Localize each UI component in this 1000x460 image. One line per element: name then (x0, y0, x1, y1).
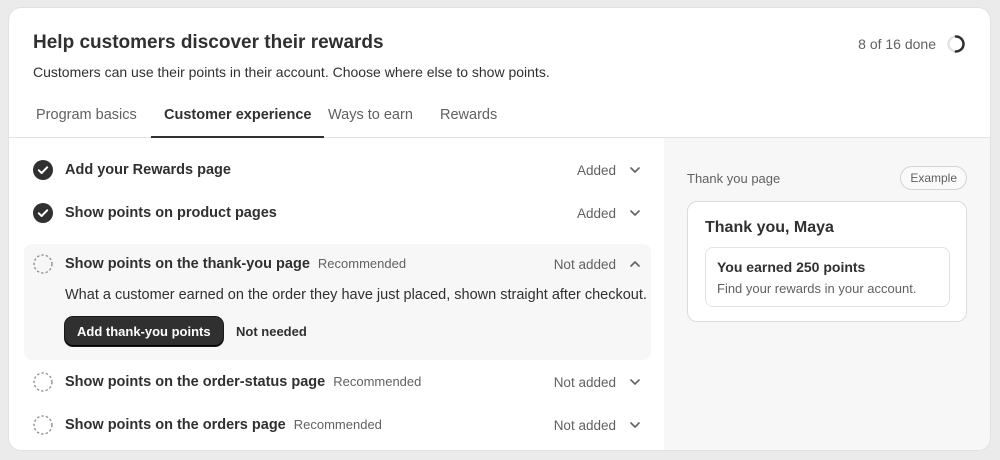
add-thank-you-points-button[interactable]: Add thank-you points (65, 317, 223, 346)
page-subtitle: Customers can use their points in their … (33, 64, 550, 80)
tab-bar: Program basics Customer experience Ways … (9, 100, 990, 138)
not-needed-button[interactable]: Not needed (224, 317, 319, 346)
item-status: Not added (553, 256, 616, 272)
chevron-down-icon[interactable] (628, 206, 642, 220)
item-title: Show points on the orders page Recommende… (65, 417, 382, 433)
tab-rewards[interactable]: Rewards (427, 100, 510, 138)
points-earned-box: You earned 250 points Find your rewards … (705, 247, 950, 307)
checklist-item-orders-page[interactable]: Show points on the orders page Recommende… (24, 405, 651, 445)
recommended-tag: Recommended (293, 417, 382, 432)
progress-indicator: 8 of 16 done (858, 34, 966, 54)
item-description: What a customer earned on the order they… (65, 287, 647, 303)
checklist-item-rewards-page[interactable]: Add your Rewards page Added (24, 150, 651, 190)
preview-label: Thank you page (687, 171, 781, 186)
checklist-pane: What a customer earned on the order they… (9, 138, 664, 450)
recommended-tag: Recommended (317, 256, 407, 271)
item-title: Show points on product pages (65, 205, 277, 221)
checklist-item-thank-you-page[interactable]: Show points on the thank-you page Recomme… (24, 244, 651, 284)
progress-ring-icon (947, 35, 965, 53)
thank-you-preview-card: Thank you, Maya You earned 250 points Fi… (687, 201, 967, 322)
progress-text: 8 of 16 done (858, 36, 936, 52)
example-badge: Example (900, 166, 967, 190)
dashed-circle-icon (33, 415, 53, 435)
item-title: Show points on the thank-you page Recomme… (65, 256, 407, 272)
tab-customer-experience[interactable]: Customer experience (151, 100, 325, 138)
preview-heading: Thank you, Maya (705, 219, 834, 236)
item-status: Added (576, 162, 616, 178)
chevron-up-icon[interactable] (628, 257, 642, 271)
dashed-circle-icon (33, 254, 53, 274)
checklist-item-order-status-page[interactable]: Show points on the order-status page Reco… (24, 362, 651, 402)
points-earned-title: You earned 250 points (717, 259, 866, 275)
tab-ways-to-earn[interactable]: Ways to earn (315, 100, 426, 138)
item-title: Show points on the order-status page Reco… (65, 374, 422, 390)
check-circle-icon (33, 203, 53, 223)
chevron-down-icon[interactable] (628, 163, 642, 177)
item-status: Added (576, 205, 616, 221)
recommended-tag: Recommended (333, 374, 422, 389)
item-status: Not added (553, 417, 616, 433)
preview-pane: Thank you page Example Thank you, Maya Y… (664, 138, 990, 450)
page-title: Help customers discover their rewards (33, 32, 384, 53)
item-title: Add your Rewards page (65, 162, 231, 178)
checklist-item-product-pages[interactable]: Show points on product pages Added (24, 193, 651, 233)
dashed-circle-icon (33, 372, 53, 392)
setup-card: Help customers discover their rewards Cu… (9, 8, 990, 450)
tab-program-basics[interactable]: Program basics (23, 100, 150, 138)
check-circle-icon (33, 160, 53, 180)
item-status: Not added (553, 374, 616, 390)
chevron-down-icon[interactable] (628, 375, 642, 389)
points-earned-text: Find your rewards in your account. (717, 281, 917, 296)
chevron-down-icon[interactable] (628, 418, 642, 432)
